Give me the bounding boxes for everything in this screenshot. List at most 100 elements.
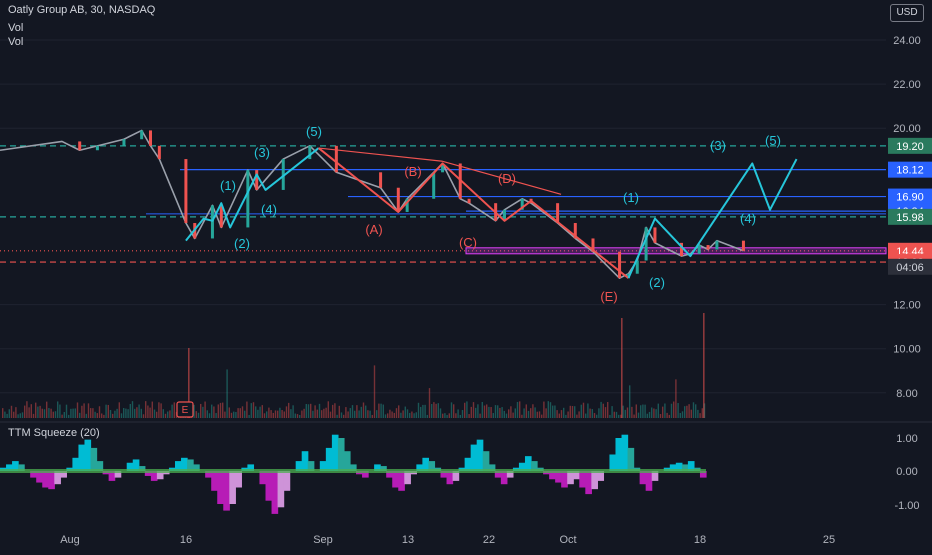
- price-candle: [140, 130, 144, 140]
- volume-bar: [294, 413, 296, 418]
- volume-bar: [378, 403, 380, 418]
- price-candle: [618, 251, 622, 279]
- volume-bar: [589, 408, 591, 418]
- volume-bar: [365, 405, 367, 418]
- volume-bar: [92, 408, 94, 418]
- squeeze-bar: [645, 471, 653, 491]
- squeeze-bar: [591, 471, 598, 490]
- currency-button[interactable]: USD: [890, 4, 924, 22]
- volume-bar: [486, 404, 488, 418]
- volume-bar: [585, 413, 587, 418]
- volume-bar: [563, 407, 565, 418]
- volume-bar: [123, 408, 125, 418]
- volume-bar: [646, 413, 648, 418]
- volume-bar: [367, 410, 369, 418]
- squeeze-bar: [277, 471, 285, 508]
- projection-wave-label: (3): [710, 138, 726, 153]
- volume-bar: [580, 404, 582, 418]
- volume-bar: [622, 405, 624, 418]
- level-tag-label: 15.98: [896, 212, 924, 224]
- y-tick-label: 12.00: [893, 300, 921, 312]
- volume-bar: [79, 412, 81, 418]
- volume-bar: [699, 413, 701, 418]
- chart-stage[interactable]: 19.2018.1216.9016.2415.9814.4413.9304:06…: [0, 0, 932, 550]
- squeeze-bar: [476, 439, 484, 471]
- volume-bar: [59, 404, 61, 418]
- volume-bar: [120, 413, 123, 418]
- volume-bar: [257, 409, 259, 418]
- volume-bar: [349, 408, 351, 418]
- projection-wave-label: (1): [623, 190, 639, 205]
- volume-bar: [380, 403, 382, 418]
- price-candle: [706, 245, 710, 250]
- price-candle: [78, 141, 82, 151]
- price-candle: [715, 240, 719, 250]
- volume-bar: [505, 413, 508, 418]
- volume-bar: [376, 410, 378, 418]
- volume-bar: [17, 414, 19, 418]
- x-tick-label: Aug: [60, 534, 80, 546]
- price-candle: [396, 187, 400, 212]
- volume-bar: [384, 414, 387, 418]
- squeeze-bar: [211, 471, 218, 491]
- volume-bar: [87, 403, 90, 418]
- impulse-wave-label: (3): [254, 145, 270, 160]
- squeeze-bar: [337, 438, 345, 471]
- volume-bar: [103, 414, 105, 418]
- volume-bar: [35, 402, 37, 418]
- price-candle: [95, 145, 99, 151]
- volume-bar: [477, 404, 479, 418]
- volume-bar: [279, 407, 281, 418]
- volume-bar: [373, 365, 376, 418]
- volume-bar: [250, 403, 252, 418]
- squeeze-bar: [229, 471, 236, 504]
- volume-bar: [600, 401, 602, 418]
- volume-bar: [197, 412, 200, 418]
- volume-bar: [666, 412, 668, 418]
- volume-bar: [46, 401, 48, 418]
- volume-bar: [470, 406, 472, 418]
- projection-wave-label: (4): [740, 211, 756, 226]
- volume-bar: [404, 406, 406, 418]
- volume-bar: [85, 413, 87, 418]
- volume-bar: [662, 406, 664, 418]
- volume-bar: [437, 403, 439, 418]
- volume-label: Vol: [8, 22, 24, 34]
- volume-bar: [70, 408, 72, 418]
- volume-bar: [312, 410, 314, 418]
- volume-bar: [90, 408, 92, 418]
- correction-wave-label: (E): [600, 289, 617, 304]
- volume-bar: [536, 411, 538, 418]
- squeeze-bar: [48, 471, 55, 490]
- volume-bar: [490, 407, 492, 418]
- volume-bar: [107, 404, 109, 418]
- volume-bar: [142, 414, 145, 418]
- volume-bar: [158, 402, 160, 418]
- volume-bar: [237, 408, 239, 418]
- volume-bar: [96, 413, 98, 418]
- squeeze-bar: [609, 454, 617, 471]
- volume-bar: [28, 407, 30, 418]
- price-chart[interactable]: 19.2018.1216.9016.2415.9814.4413.9304:06…: [0, 0, 932, 550]
- volume-bar: [230, 412, 233, 418]
- volume-bar: [288, 402, 290, 418]
- volume-bar: [259, 406, 261, 418]
- volume-bar: [560, 410, 563, 418]
- volume-bar: [171, 404, 173, 418]
- volume-bar: [519, 401, 521, 418]
- volume-bar: [406, 409, 409, 418]
- volume-bar: [147, 405, 149, 418]
- volume-bar: [292, 405, 294, 418]
- volume-bar: [202, 406, 204, 418]
- volume-bar: [301, 410, 303, 418]
- volume-bar: [479, 413, 481, 418]
- squeeze-bar: [90, 447, 98, 471]
- volume-bar: [415, 412, 417, 418]
- volume-bar: [114, 410, 116, 418]
- volume-bar: [153, 409, 156, 418]
- volume-bar: [554, 405, 556, 418]
- volume-bar: [516, 401, 519, 418]
- volume-bar: [215, 413, 217, 418]
- volume-bar: [530, 408, 532, 418]
- x-tick-label: Sep: [313, 534, 333, 546]
